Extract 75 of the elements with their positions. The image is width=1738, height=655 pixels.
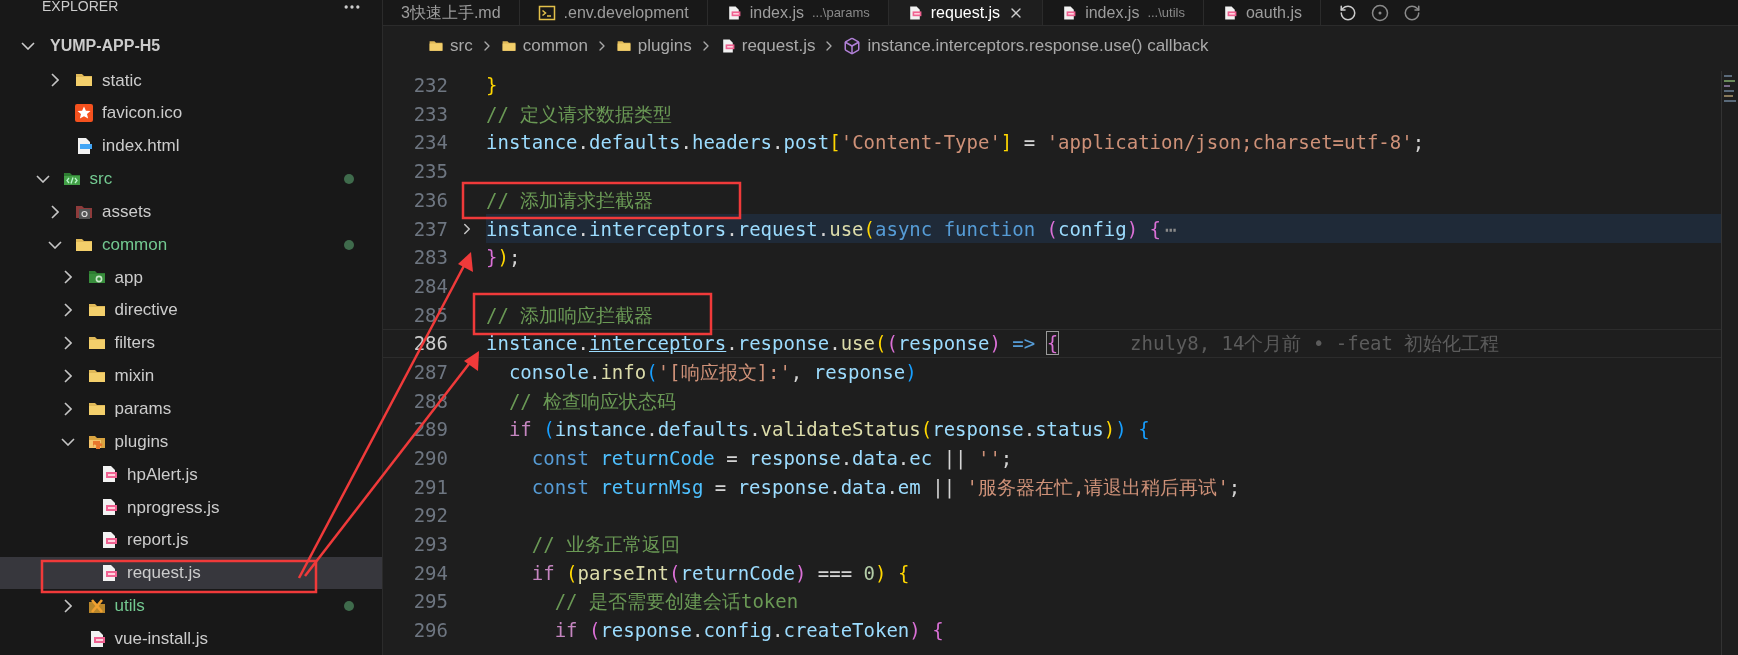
chevron-down-icon <box>21 41 35 50</box>
editor-tab[interactable]: oauth.js <box>1203 0 1321 25</box>
cube-icon <box>843 37 862 55</box>
code-line: // 业务正常返回 <box>530 532 681 558</box>
line-number: 293 <box>412 532 448 558</box>
line-number: 283 <box>412 245 448 271</box>
tree-item[interactable]: common <box>0 228 382 261</box>
tree-item[interactable]: app <box>0 260 382 294</box>
tree-item[interactable]: favicon.ico <box>0 96 382 130</box>
code-line: instance.interceptors.request.use(async function (config) { ⋯ <box>486 216 1177 242</box>
tree-item[interactable]: vue-install.js <box>0 622 382 655</box>
code-line: // 检查响应状态码 <box>507 388 677 414</box>
tree-item[interactable]: directive <box>0 293 382 327</box>
line-number: 233 <box>412 101 448 127</box>
circle-icon[interactable] <box>1371 3 1389 22</box>
tree-item[interactable]: plugins <box>0 425 382 458</box>
code-line: // 定义请求数据类型 <box>486 101 673 127</box>
js-file-icon <box>1061 4 1078 21</box>
rotate-left-icon[interactable] <box>1339 3 1357 22</box>
line-number: 290 <box>412 446 448 472</box>
tree-item[interactable]: utils <box>0 589 382 623</box>
code-line: if (instance.defaults.validateStatus(response.status)) { <box>507 417 1150 443</box>
code-line: // 添加请求拦截器 <box>486 187 654 213</box>
blame-annotation: zhuly8, 14个月前 • -feat 初始化工程 <box>1130 331 1500 357</box>
code-line: // 添加响应拦截器 <box>486 302 654 328</box>
editor-tab[interactable]: 3快速上手.md <box>383 0 520 25</box>
tree-item[interactable]: request.js <box>0 556 382 590</box>
breadcrumb-item[interactable]: plugins <box>615 33 692 59</box>
code-line: console.info('[响应报文]:', response) <box>507 359 917 385</box>
project-root[interactable]: YUMP-APP-H5 <box>0 27 382 64</box>
sidebar-title: EXPLORER <box>42 0 119 17</box>
breadcrumb-item[interactable]: src <box>428 33 473 59</box>
tree-item[interactable]: hpAlert.js <box>0 458 382 491</box>
rotate-right-icon[interactable] <box>1403 3 1421 22</box>
editor-tab[interactable]: request.js <box>888 0 1044 25</box>
breadcrumb-item[interactable]: common <box>500 33 588 59</box>
line-number: 296 <box>412 618 448 644</box>
code-line: if (response.config.createToken) { <box>553 618 944 644</box>
line-number: 237 <box>412 216 448 242</box>
code-line: }); <box>486 245 521 271</box>
code-line: // 是否需要创建会话token <box>553 589 799 615</box>
line-number: 232 <box>412 73 448 99</box>
line-number: 236 <box>412 187 448 213</box>
editor-tab[interactable]: index.js ...\params <box>707 0 889 25</box>
code-line: const returnMsg = response.data.em || '服务器在忙,请退出稍后再试'; <box>530 474 1241 501</box>
editor-tab[interactable]: .env.development <box>519 0 708 25</box>
editor-tab[interactable]: index.js ...\utils <box>1043 0 1204 25</box>
line-number: 287 <box>412 359 448 385</box>
tree-item[interactable]: static <box>0 63 382 97</box>
tree-item[interactable]: nprogress.js <box>0 490 382 524</box>
tree-item[interactable]: params <box>0 392 382 426</box>
tree-item[interactable]: src <box>0 162 382 196</box>
code-line: const returnCode = response.data.ec || ''; <box>530 446 1013 472</box>
line-number: 235 <box>412 159 448 185</box>
terminal-icon <box>537 3 556 22</box>
folder-icon <box>615 38 632 54</box>
line-number: 284 <box>412 273 448 299</box>
tree-item[interactable]: assets <box>0 195 382 229</box>
tree-item[interactable]: report.js <box>0 523 382 557</box>
breadcrumb-item[interactable]: instance.interceptors.response.use() callback <box>843 33 1209 59</box>
tree-item[interactable]: filters <box>0 326 382 360</box>
line-number: 292 <box>412 503 448 529</box>
line-number: 295 <box>412 589 448 615</box>
breadcrumb-item[interactable]: request.js <box>719 33 816 59</box>
folder-icon <box>500 38 517 54</box>
code-line: instance.interceptors.response.use((response) => { <box>486 331 1059 357</box>
code-line: } <box>486 73 498 99</box>
line-number: 294 <box>412 560 448 586</box>
line-number: 291 <box>412 474 448 500</box>
line-number: 234 <box>412 130 448 156</box>
tree-item[interactable]: index.html <box>0 129 382 163</box>
code-line: instance.defaults.headers.post['Content-Type'] = 'application/json;charset=utf-8'; <box>486 130 1425 156</box>
code-line: if (parseInt(returnCode) === 0) { <box>530 560 910 586</box>
tree-item[interactable]: mixin <box>0 359 382 393</box>
folder-icon <box>428 38 444 54</box>
